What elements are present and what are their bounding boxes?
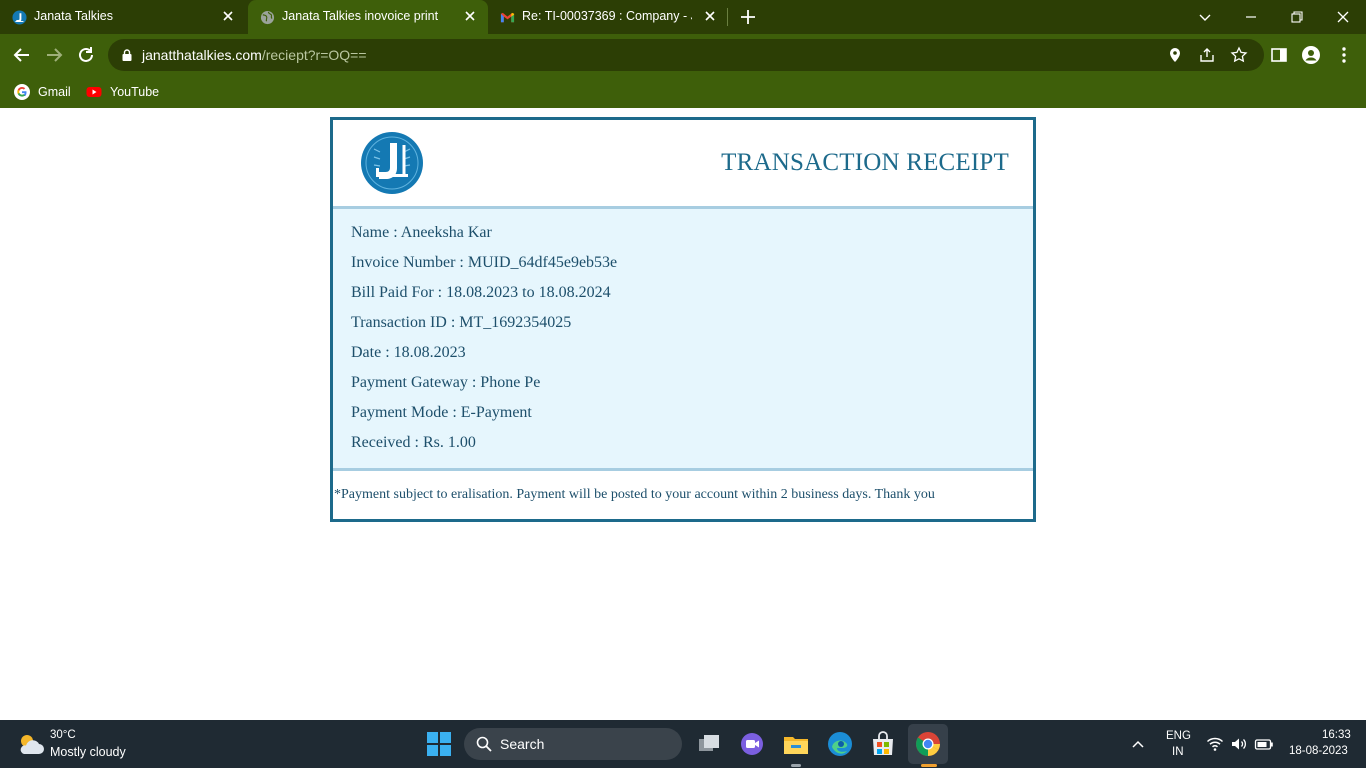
battery-icon[interactable] [1254,735,1274,753]
globe-icon [260,10,275,25]
partly-cloudy-icon [20,735,44,754]
edge-browser-icon[interactable] [826,730,854,758]
url-text[interactable]: janatthatalkies.com/reciept?r=OQ== [142,47,367,63]
receipt-title: TRANSACTION RECEIPT [721,149,1009,176]
url-path: /reciept?r=OQ== [261,47,367,63]
detail-date: Date : 18.08.2023 [351,344,466,361]
bookmarks-bar: Gmail YouTube [0,76,1366,108]
chrome-browser-icon[interactable] [914,730,942,758]
language-code: ENG [1166,730,1191,742]
close-window-icon[interactable] [1333,7,1353,27]
detail-payment-gateway: Payment Gateway : Phone Pe [351,374,541,391]
forward-arrow-icon[interactable] [43,44,65,66]
tab-search-chevron-icon[interactable] [1195,7,1215,27]
weather-description: Mostly cloudy [50,745,126,759]
tray-chevron-up-icon[interactable] [1128,736,1148,752]
volume-icon[interactable] [1230,735,1248,753]
microsoft-store-icon[interactable] [869,730,897,758]
profile-avatar-icon[interactable] [1300,44,1322,66]
bookmark-gmail[interactable]: Gmail [14,82,71,102]
url-host: janatthatalkies.com [142,47,262,63]
file-explorer-icon[interactable] [782,730,810,758]
weather-temperature: 30°C [50,729,76,741]
location-pin-icon[interactable] [1166,46,1184,64]
tab-janata-talkies[interactable]: Janata Talkies [0,0,246,34]
detail-name: Name : Aneeksha Kar [351,224,492,241]
clock-time: 16:33 [1322,729,1351,741]
task-view-icon[interactable] [695,730,723,758]
close-icon[interactable] [462,8,478,24]
taskbar-search[interactable]: Search [464,728,682,760]
youtube-icon [86,87,102,97]
minimize-icon[interactable] [1241,7,1261,27]
janata-talkies-logo [361,132,423,194]
reload-icon[interactable] [75,44,97,66]
tab-title: Re: TI-00037369 : Company - Jan [522,9,692,23]
windows-taskbar: 30°C Mostly cloudy Search ENG IN 16:33 1… [0,720,1366,768]
detail-bill-period: Bill Paid For : 18.08.2023 to 18.08.2024 [351,284,611,301]
side-panel-icon[interactable] [1268,44,1290,66]
tab-invoice-print[interactable]: Janata Talkies inovoice print [248,0,488,34]
address-bar[interactable]: janatthatalkies.com/reciept?r=OQ== [108,39,1264,71]
tab-separator [727,8,728,26]
new-tab-plus-icon[interactable] [738,7,758,27]
running-indicator-active [921,764,937,767]
receipt-header: TRANSACTION RECEIPT [333,120,1033,209]
lock-icon[interactable] [120,48,134,62]
detail-invoice-number: Invoice Number : MUID_64df45e9eb53e [351,254,618,271]
tab-title: Janata Talkies inovoice print [282,9,439,23]
share-icon[interactable] [1198,46,1216,64]
google-icon [14,84,30,100]
receipt-details: Name : Aneeksha Kar Invoice Number : MUI… [333,209,1033,471]
running-indicator [791,764,801,767]
search-icon [476,736,492,752]
search-label: Search [500,736,545,752]
detail-amount-received: Received : Rs. 1.00 [351,434,476,451]
clock-date: 18-08-2023 [1289,745,1348,757]
restore-icon[interactable] [1287,7,1307,27]
receipt-footer: *Payment subject to eralisation. Payment… [333,471,1033,519]
windows-start-icon[interactable] [425,730,453,758]
region-code: IN [1172,746,1184,758]
more-menu-icon[interactable] [1333,44,1355,66]
back-arrow-icon[interactable] [11,44,33,66]
tab-strip: Janata Talkies Janata Talkies inovoice p… [0,0,1366,34]
transaction-receipt: TRANSACTION RECEIPT Name : Aneeksha Kar … [330,117,1036,522]
bookmark-label: Gmail [38,85,71,99]
detail-payment-mode: Payment Mode : E-Payment [351,404,532,421]
close-icon[interactable] [220,8,236,24]
bookmark-label: YouTube [110,85,160,99]
gmail-icon [500,12,515,23]
tab-title: Janata Talkies [34,9,113,23]
teams-chat-icon[interactable] [738,730,766,758]
browser-toolbar: janatthatalkies.com/reciept?r=OQ== [0,34,1366,76]
payment-note: *Payment subject to eralisation. Payment… [334,487,935,502]
janata-logo-icon [12,10,27,25]
tab-gmail-thread[interactable]: Re: TI-00037369 : Company - Jan [488,0,728,34]
bookmark-youtube[interactable]: YouTube [86,82,159,102]
close-icon[interactable] [702,8,718,24]
detail-transaction-id: Transaction ID : MT_1692354025 [351,314,572,331]
wifi-icon[interactable] [1206,735,1224,753]
bookmark-star-icon[interactable] [1230,46,1248,64]
